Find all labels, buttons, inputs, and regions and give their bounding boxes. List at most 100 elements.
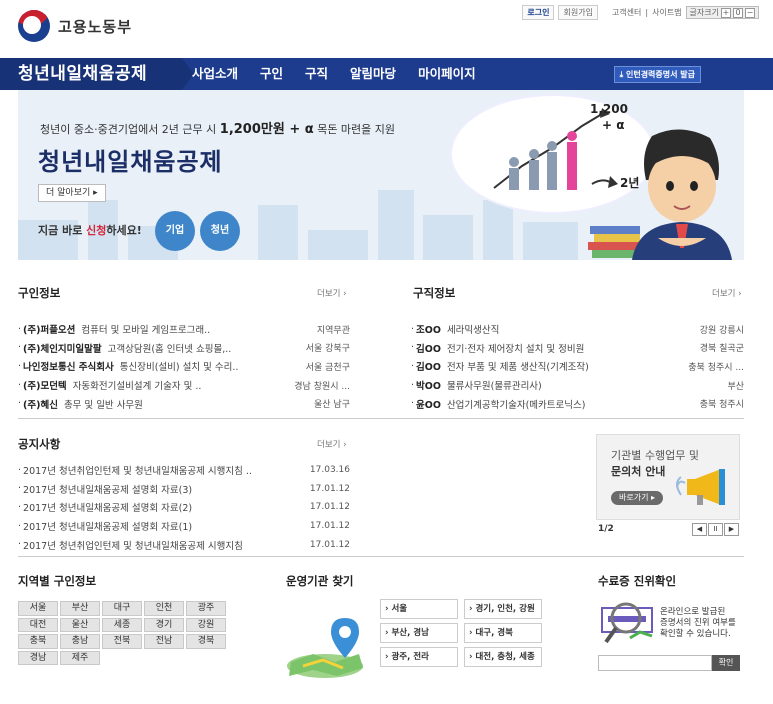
region-grid: 서울 부산 대구 인천 광주 대전 울산 세종 경기 강원 충북 충남 전북 전…	[18, 601, 230, 665]
character-illustration-icon	[632, 129, 732, 260]
list-item[interactable]: · 2017년 청년내일채움공제 설명회 자료(1) 17.01.12	[18, 517, 350, 536]
nav-brand[interactable]: 청년내일채움공제	[0, 58, 194, 90]
certificate-line2: 증명서의 진위 여부를	[660, 618, 736, 628]
agency-info-banner[interactable]: 기관별 수행업무 및 문의처 안내 바로가기 ▸	[596, 434, 740, 520]
list-item[interactable]: · 박OO 물류사무원(물류관리사) 부산	[411, 376, 744, 395]
list-item[interactable]: · (주)모던텍 자동화전기설비설계 기술자 및 .. 경남 창원시 ...	[18, 376, 350, 395]
region-button[interactable]: 전북	[102, 634, 142, 649]
certificate-number-input[interactable]	[598, 655, 712, 671]
region-button[interactable]: 경기	[144, 617, 184, 632]
agency-grid: › 서울 › 경기, 인천, 강원 › 부산, 경남 › 대구, 경북 › 광주…	[380, 599, 546, 667]
job-location: 서울 금천구	[305, 362, 350, 373]
job-offers-list: · (주)퍼플오션 컴퓨터 및 모바일 게임프로그래.. 지역무관 · (주)체인지미일…	[18, 320, 350, 413]
region-button[interactable]: 제주	[60, 650, 100, 665]
agency-title: 운영기관 찾기	[286, 574, 354, 588]
apply-prompt: 지금 바로 신청하세요!	[38, 222, 142, 238]
region-button[interactable]: 강원	[186, 617, 226, 632]
taeguk-logo-icon	[18, 10, 50, 42]
apply-highlight: 신청	[86, 224, 107, 237]
banner-subtitle: 청년이 중소·중견기업에서 2년 근무 시 1,200만원 + α 목돈 마련을…	[40, 118, 395, 137]
seeker-location: 부산	[727, 381, 744, 392]
agency-button[interactable]: › 서울	[380, 599, 458, 619]
city-silhouette	[423, 215, 473, 260]
list-item[interactable]: · 2017년 청년내일채움공제 설명회 자료(2) 17.01.12	[18, 498, 350, 517]
side-banner-line2: 문의처 안내	[611, 465, 666, 478]
list-item[interactable]: · 김OO 전자 부품 및 제품 생산직(기계조작) 충북 청주시 ...	[411, 357, 744, 376]
job-location: 울산 남구	[314, 400, 350, 411]
login-button[interactable]: 로그인	[522, 5, 555, 20]
agency-button[interactable]: › 대전, 충청, 세종	[464, 647, 542, 667]
agency-button[interactable]: › 부산, 경남	[380, 623, 458, 643]
zoom-in-button[interactable]: +	[721, 7, 731, 18]
region-button[interactable]: 세종	[102, 617, 142, 632]
list-item[interactable]: · 2017년 청년내일채움공제 설명회 자료(3) 17.01.12	[18, 480, 350, 499]
list-item[interactable]: · 윤OO 산업기계공학기술자(메카트로닉스) 충북 청주시	[411, 394, 744, 413]
logo-text: 고용노동부	[58, 17, 133, 36]
list-item[interactable]: · (주)체인지미일말팔 고객상담원(홈 인터넷 쇼핑몰,.. 서울 강북구	[18, 339, 350, 358]
company-name: (주)모던텍	[23, 381, 67, 393]
customer-center-link[interactable]: 고객센터	[612, 7, 641, 18]
city-silhouette	[258, 205, 298, 260]
seeker-name: 박OO	[416, 381, 441, 393]
nav-item-seekers[interactable]: 구직	[305, 58, 328, 90]
seeker-desc: 전기·전자 제어장치 설치 및 정비원	[446, 343, 585, 355]
region-button[interactable]: 서울	[18, 601, 58, 616]
prev-button[interactable]: ◀	[692, 523, 707, 536]
region-button[interactable]: 충북	[18, 634, 58, 649]
learn-more-button[interactable]: 더 알아보기 ▸	[38, 184, 106, 202]
agency-button[interactable]: › 경기, 인천, 강원	[464, 599, 542, 619]
region-button[interactable]: 울산	[60, 617, 100, 632]
region-button[interactable]: 대전	[18, 617, 58, 632]
list-item[interactable]: · 나인정보통신 주식회사 통신장비(설비) 설치 및 수리.. 서울 금천구	[18, 357, 350, 376]
job-seekers-title: 구직정보	[413, 286, 456, 300]
side-banner-go-button[interactable]: 바로가기 ▸	[611, 491, 663, 505]
divider	[18, 556, 744, 557]
list-item[interactable]: · (주)혜신 총무 및 일반 사무원 울산 남구	[18, 394, 350, 413]
list-item[interactable]: · 2017년 청년취업인턴제 및 청년내일채움공제 시행지침 17.01.12	[18, 535, 350, 554]
job-offers-more-link[interactable]: 더보기 ›	[317, 287, 347, 299]
job-location: 지역무관	[316, 325, 350, 336]
next-button[interactable]: ▶	[724, 523, 739, 536]
nav-item-mypage[interactable]: 마이페이지	[418, 58, 476, 90]
apply-suffix: 하세요!	[106, 224, 142, 237]
job-desc: 총무 및 일반 사무원	[63, 399, 143, 411]
list-item[interactable]: · 김OO 전기·전자 제어장치 설치 및 정비원 경북 칠곡군	[411, 339, 744, 358]
join-button[interactable]: 회원가입	[558, 5, 598, 20]
zoom-reset-button[interactable]: 0	[733, 7, 743, 18]
list-item[interactable]: · 조OO 세라믹생산직 강원 강릉시	[411, 320, 744, 339]
list-item[interactable]: · (주)퍼플오션 컴퓨터 및 모바일 게임프로그래.. 지역무관	[18, 320, 350, 339]
region-button[interactable]: 전남	[144, 634, 184, 649]
banner-subtitle-suffix: 목돈 마련을 지원	[313, 123, 396, 136]
agency-button[interactable]: › 대구, 경북	[464, 623, 542, 643]
region-button[interactable]: 충남	[60, 634, 100, 649]
region-button[interactable]: 경남	[18, 650, 58, 665]
banner-subtitle-prefix: 청년이 중소·중견기업에서 2년 근무 시	[40, 123, 220, 136]
region-button[interactable]: 부산	[60, 601, 100, 616]
certificate-issue-button[interactable]: ⤓ 인턴경력증명서 발급	[613, 66, 701, 83]
region-button[interactable]: 대구	[102, 601, 142, 616]
ministry-logo[interactable]: 고용노동부	[18, 10, 132, 42]
agency-button[interactable]: › 광주, 전라	[380, 647, 458, 667]
job-desc: 통신장비(설비) 설치 및 수리..	[119, 362, 239, 374]
utility-menu: 로그인 회원가입 고객센터 | 사이트맵 글자크기 + 0 −	[522, 5, 759, 20]
pause-button[interactable]: II	[708, 523, 723, 536]
notice-date: 17.01.12	[309, 502, 350, 513]
apply-youth-button[interactable]: 청년	[200, 211, 240, 251]
notices-more-link[interactable]: 더보기 ›	[317, 438, 347, 450]
sitemap-link[interactable]: 사이트맵	[652, 7, 681, 18]
megaphone-icon	[676, 469, 725, 505]
list-item[interactable]: · 2017년 청년취업인턴제 및 청년내일채움공제 시행지침 .. 17.03.1…	[18, 461, 350, 480]
nav-item-notices[interactable]: 알림마당	[350, 58, 396, 90]
zoom-out-button[interactable]: −	[745, 7, 755, 18]
job-seekers-more-link[interactable]: 더보기 ›	[712, 287, 742, 299]
nav-item-offers[interactable]: 구인	[260, 58, 283, 90]
seeker-name: 김OO	[416, 343, 441, 355]
apply-company-button[interactable]: 기업	[155, 211, 195, 251]
region-button[interactable]: 광주	[186, 601, 226, 616]
region-button[interactable]: 인천	[144, 601, 184, 616]
nav-item-about[interactable]: 사업소개	[192, 58, 238, 90]
bubble-amount: 1,200	[590, 102, 628, 116]
certificate-verify-button[interactable]: 확인	[712, 655, 740, 671]
region-button[interactable]: 경북	[186, 634, 226, 649]
city-silhouette	[308, 230, 368, 260]
